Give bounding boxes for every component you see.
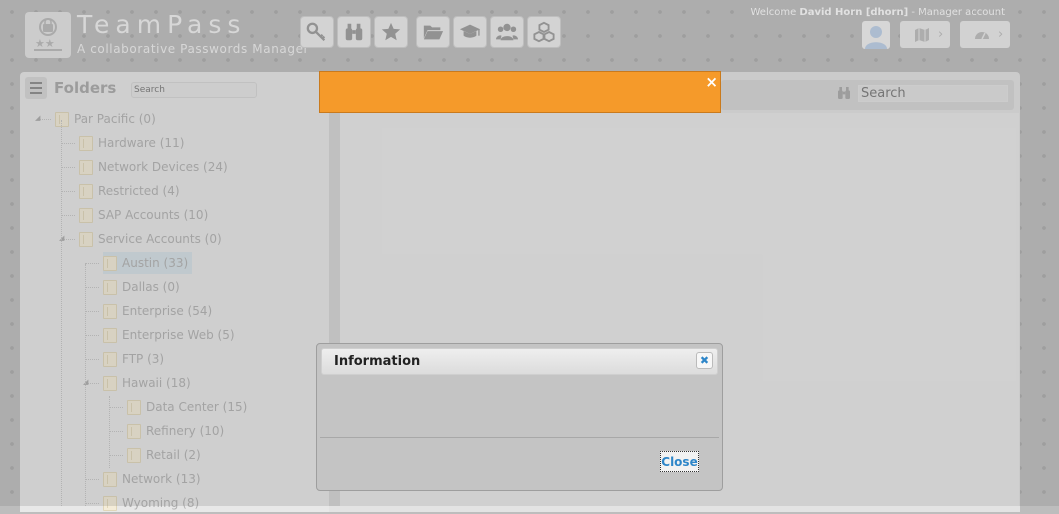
- message-close-icon[interactable]: ×: [705, 73, 718, 91]
- dialog-close-icon[interactable]: ✖: [696, 352, 713, 369]
- message-bar: ×: [319, 71, 721, 113]
- dialog-titlebar: Information ✖: [321, 348, 718, 375]
- information-dialog: Information ✖ Close: [316, 343, 723, 491]
- dialog-title: Information: [334, 354, 421, 369]
- dialog-close-button[interactable]: Close: [660, 451, 699, 472]
- dialog-separator: [320, 437, 719, 438]
